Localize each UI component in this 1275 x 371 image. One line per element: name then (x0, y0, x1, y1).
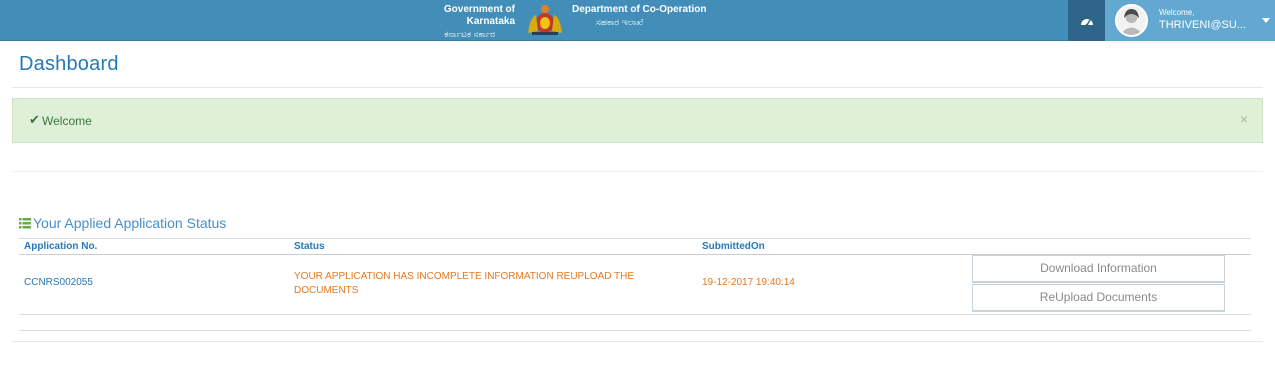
close-icon[interactable]: × (1240, 111, 1248, 127)
karnataka-emblem-icon (528, 5, 562, 35)
page-title: Dashboard (19, 53, 119, 75)
gov-title-kannada: ಕರ್ನಾಟಕ ಸರ್ಕಾರ (444, 29, 495, 39)
divider (12, 171, 1263, 172)
dashboard-button[interactable] (1068, 0, 1105, 41)
dept-brand: Department of Co-Operation ಸಹಕಾರ ಇಲಾಖೆ (572, 4, 712, 28)
welcome-alert: ✔ Welcome × (12, 98, 1263, 143)
reupload-documents-button[interactable]: ReUpload Documents (972, 284, 1225, 312)
tachometer-icon (1080, 18, 1093, 26)
welcome-label: Welcome, (1159, 8, 1195, 17)
column-header-application-no: Application No. (24, 241, 98, 252)
alert-text: Welcome (42, 114, 92, 128)
applications-table: Application No. Status SubmittedOn CCNRS… (19, 238, 1251, 331)
submitted-on: 19-12-2017 19:40:14 (702, 277, 795, 288)
section-title-text: Your Applied Application Status (33, 215, 227, 231)
table-header: Application No. Status SubmittedOn (19, 238, 1251, 255)
table-row-empty (19, 315, 1251, 331)
user-name: THRIVENI@SU... (1159, 19, 1246, 31)
check-icon: ✔ (29, 112, 40, 127)
column-header-submitted-on: SubmittedOn (702, 241, 765, 252)
user-menu[interactable]: Welcome, THRIVENI@SU... (1105, 0, 1275, 41)
table-row: CCNRS002055 YOUR APPLICATION HAS INCOMPL… (19, 255, 1251, 315)
divider (12, 341, 1263, 342)
application-status: YOUR APPLICATION HAS INCOMPLETE INFORMAT… (294, 271, 635, 296)
download-information-button[interactable]: Download Information (972, 255, 1225, 283)
dept-title: Department of Co-Operation (572, 4, 707, 15)
gov-title: Government of Karnataka (443, 4, 515, 27)
avatar (1115, 4, 1148, 37)
divider (12, 87, 1263, 88)
application-number: CCNRS002055 (24, 277, 93, 288)
applications-section-title: Your Applied Application Status (19, 215, 226, 231)
column-header-status: Status (294, 241, 325, 252)
caret-down-icon[interactable] (1262, 18, 1270, 23)
dept-title-kannada: ಸಹಕಾರ ಇಲಾಖೆ (596, 17, 644, 27)
list-icon (19, 218, 31, 229)
gov-brand: Government of Karnataka ಕರ್ನಾಟಕ ಸರ್ಕಾರ (395, 4, 515, 40)
top-navbar: Government of Karnataka ಕರ್ನಾಟಕ ಸರ್ಕಾರ D… (0, 0, 1275, 41)
user-info: Welcome, THRIVENI@SU... (1159, 7, 1246, 31)
